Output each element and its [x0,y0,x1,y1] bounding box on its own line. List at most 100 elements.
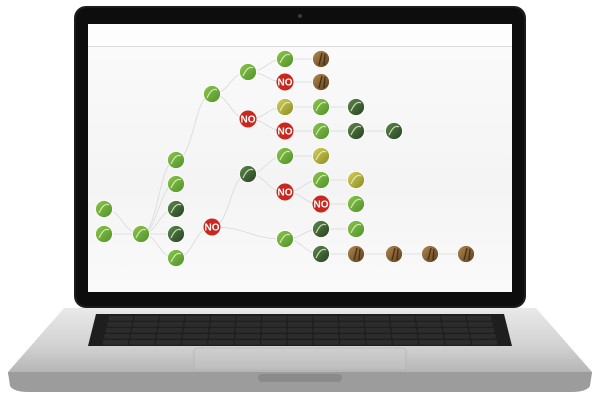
leaf-photo-icon[interactable] [347,195,365,213]
no-label: NO [205,223,220,234]
no-label: NO [314,200,329,211]
no-label: NO [278,188,293,199]
camera-icon [298,14,302,18]
photo-thumbnail [95,225,113,243]
leaf-photo-icon[interactable] [132,225,150,243]
leaf-photo-icon[interactable] [167,175,185,193]
stem-photo-icon[interactable] [457,245,475,263]
leaf-photo-icon[interactable] [95,225,113,243]
trackpad[interactable] [193,347,407,371]
keyboard-key [467,316,492,321]
leaf-photo-icon[interactable] [167,225,185,243]
leaf-photo-icon[interactable] [312,98,330,116]
stem-photo-icon[interactable] [385,245,403,263]
leaf-photo-icon[interactable] [347,122,365,140]
stem-photo-icon[interactable] [312,73,330,91]
leaf-photo-icon[interactable] [239,165,257,183]
keyboard-key [365,322,390,327]
keyboard-key [236,316,261,321]
keyboard-key [132,322,158,327]
keyboard-key [261,334,287,339]
keyboard-key [134,316,159,321]
keyboard-key [209,334,234,339]
hinge-notch [258,374,342,382]
tree-link [211,226,286,240]
leaf-photo-icon[interactable] [167,200,185,218]
keyboard-key [261,328,287,333]
no-label: NO [241,115,256,126]
keyboard-key [182,340,208,345]
keyboard-key [313,340,339,345]
photo-thumbnail [167,249,185,267]
photo-thumbnail [276,50,294,68]
keyboard-key [157,328,183,333]
leaf-photo-icon[interactable] [167,249,185,267]
photo-thumbnail [95,200,113,218]
leaf-photo-icon[interactable] [347,220,365,238]
stem-photo-icon[interactable] [421,245,439,263]
keyboard-key [210,322,235,327]
keyboard-key [182,334,208,339]
keyboard-key [261,322,287,327]
keyboard-key [418,334,444,339]
leaf-photo-icon[interactable] [312,171,330,189]
keyboard-key [313,316,338,321]
photo-thumbnail [312,122,330,140]
keyboard-key [390,322,416,327]
leaf-photo-icon[interactable] [276,230,294,248]
photo-thumbnail [167,200,185,218]
keyboard-key [287,340,313,345]
leaf-photo-icon[interactable] [347,171,365,189]
photo-thumbnail [239,165,257,183]
keyboard-key [365,328,391,333]
no-badge[interactable]: NO [312,195,330,213]
photo-thumbnail [276,98,294,116]
no-badge[interactable]: NO [276,183,294,201]
keyboard-key [469,328,495,333]
keyboard-key [104,334,130,339]
photo-thumbnail [347,122,365,140]
keyboard-key [184,322,210,327]
leaf-photo-icon[interactable] [167,151,185,169]
no-badge[interactable]: NO [276,73,294,91]
keyboard-key [183,328,209,333]
keyboard-key [287,328,313,333]
leaf-photo-icon[interactable] [276,98,294,116]
keyboard-key [471,340,497,345]
leaf-photo-icon[interactable] [276,147,294,165]
leaf-photo-icon[interactable] [312,122,330,140]
keyboard-key [419,340,445,345]
no-badge[interactable]: NO [276,122,294,140]
leaf-photo-icon[interactable] [203,85,221,103]
no-badge[interactable]: NO [239,110,257,128]
keyboard-key [364,316,389,321]
leaf-photo-icon[interactable] [312,147,330,165]
photo-thumbnail [167,151,185,169]
keyboard-key [235,334,261,339]
keyboard-key [155,340,181,345]
photo-thumbnail [276,230,294,248]
leaf-photo-icon[interactable] [312,220,330,238]
no-badge[interactable]: NO [203,218,221,236]
keyboard-key [366,340,392,345]
stem-photo-icon[interactable] [312,50,330,68]
keyboard-key [392,340,418,345]
keyboard-key [261,340,287,345]
keyboard-key [158,322,184,327]
photo-thumbnail [167,225,185,243]
keyboard-key [159,316,185,321]
keyboard-key [209,328,235,333]
leaf-photo-icon[interactable] [95,200,113,218]
photo-thumbnail [167,175,185,193]
leaf-photo-icon[interactable] [385,122,403,140]
keyboard-key [366,334,391,339]
photo-thumbnail [312,220,330,238]
stem-photo-icon[interactable] [347,245,365,263]
leaf-photo-icon[interactable] [276,50,294,68]
tree-link [211,173,249,228]
keyboard-key [185,316,210,321]
keyboard-key [470,334,496,339]
leaf-photo-icon[interactable] [239,63,257,81]
leaf-photo-icon[interactable] [347,98,365,116]
leaf-photo-icon[interactable] [312,245,330,263]
